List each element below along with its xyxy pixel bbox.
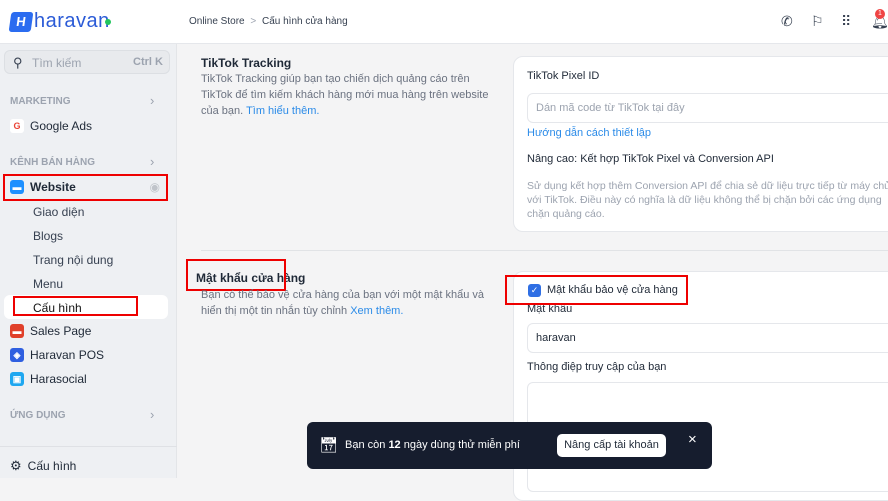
message-label: Thông điệp truy cập của bạn (527, 361, 667, 373)
topbar: Online Store > Cấu hình cửa hàng ✆ ⚐ ⠿ 🔔… (177, 0, 888, 44)
harasocial-icon: ▣ (10, 372, 24, 386)
divider (0, 446, 177, 447)
feedback-icon[interactable]: ⚐ (811, 13, 824, 30)
sidebar-item-sales-page[interactable]: ▬ Sales Page (10, 324, 91, 338)
logo-area: H haravan (0, 0, 177, 44)
sidebar-item-harasocial[interactable]: ▣ Harasocial (10, 372, 87, 386)
section-sales-channels[interactable]: KÊNH BÁN HÀNG (10, 157, 95, 168)
status-dot (105, 19, 111, 25)
pixel-id-input[interactable]: Dán mã code từ TikTok tại đây (527, 93, 888, 123)
breadcrumb-separator: > (250, 16, 257, 27)
highlight-box (13, 296, 138, 316)
pixel-label: TikTok Pixel ID (527, 70, 600, 82)
pixel-placeholder: Dán mã code từ TikTok tại đây (536, 102, 685, 114)
sidebar-item-label: Sales Page (30, 324, 92, 338)
section-apps[interactable]: ỨNG DỤNG (10, 410, 66, 421)
brand-name[interactable]: haravan (34, 10, 110, 33)
sidebar: H haravan ⚲ Tìm kiếm Ctrl K MARKETING › … (0, 0, 177, 478)
highlight-box (3, 174, 168, 201)
search-input[interactable]: ⚲ Tìm kiếm Ctrl K (4, 50, 170, 74)
tiktok-learn-more-link[interactable]: Tìm hiểu thêm. (246, 105, 319, 117)
sidebar-item-label: Haravan POS (30, 348, 105, 362)
section-marketing[interactable]: MARKETING (10, 96, 71, 107)
breadcrumb-parent[interactable]: Online Store (189, 16, 245, 27)
tiktok-title: TikTok Tracking (201, 56, 292, 70)
password-learn-more-link[interactable]: Xem thêm. (350, 305, 403, 317)
highlight-box (505, 275, 688, 305)
chevron-right-icon[interactable]: › (150, 407, 154, 422)
calendar-clock-icon: 📅︎ (319, 437, 339, 454)
sidebar-subitem-theme[interactable]: Giao diện (33, 205, 84, 219)
gear-icon: ⚙ (10, 458, 22, 473)
password-input[interactable]: haravan (527, 323, 888, 353)
search-placeholder: Tìm kiếm (32, 56, 82, 70)
advanced-description: Sử dụng kết hợp thêm Conversion API để c… (527, 180, 888, 220)
trial-prefix: Bạn còn (345, 439, 386, 451)
support-icon[interactable]: ✆ (781, 13, 793, 30)
upgrade-button[interactable]: Nâng cấp tài khoản (557, 434, 666, 457)
trial-days: 12 (388, 439, 401, 451)
section-divider (201, 250, 888, 251)
apps-grid-icon[interactable]: ⠿ (841, 13, 851, 30)
haravan-logo-icon: H (8, 12, 34, 32)
password-description: Bạn có thể bảo vệ cửa hàng của bạn với m… (201, 287, 501, 319)
sidebar-item-pos[interactable]: ◈ Haravan POS (10, 348, 104, 362)
trial-toast: 📅︎ Bạn còn 12 ngày dùng thử miễn phí Nân… (307, 422, 712, 469)
sidebar-subitem-blogs[interactable]: Blogs (33, 229, 63, 243)
tiktok-card: TikTok Pixel ID Dán mã code từ TikTok tạ… (513, 56, 888, 232)
sidebar-subitem-menu[interactable]: Menu (33, 277, 63, 291)
notification-badge: 1 (875, 9, 885, 19)
sidebar-item-label: Cấu hình (27, 459, 77, 473)
chevron-right-icon[interactable]: › (150, 93, 154, 108)
close-icon[interactable]: × (688, 431, 697, 448)
sidebar-item-label: Harasocial (30, 372, 87, 386)
sidebar-item-settings[interactable]: ⚙ Cấu hình (10, 458, 76, 474)
setup-guide-link[interactable]: Hướng dẫn cách thiết lập (527, 127, 651, 139)
search-shortcut: Ctrl K (133, 56, 163, 68)
sidebar-item-label: Google Ads (30, 119, 93, 133)
trial-message: Bạn còn 12 ngày dùng thử miễn phí (345, 439, 520, 451)
advanced-title: Nâng cao: Kết hợp TikTok Pixel và Conver… (527, 153, 774, 165)
sales-page-icon: ▬ (10, 324, 24, 338)
tiktok-desc-text: TikTok Tracking giúp bạn tạo chiến dịch … (201, 73, 489, 117)
breadcrumb: Online Store > Cấu hình cửa hàng (189, 16, 348, 27)
sidebar-item-google-ads[interactable]: G Google Ads (10, 119, 92, 133)
pos-icon: ◈ (10, 348, 24, 362)
password-desc-text: Bạn có thể bảo vệ cửa hàng của bạn với m… (201, 289, 485, 317)
chevron-right-icon[interactable]: › (150, 154, 154, 169)
tiktok-description: TikTok Tracking giúp bạn tạo chiến dịch … (201, 71, 501, 119)
search-icon: ⚲ (13, 55, 23, 70)
password-value: haravan (536, 332, 576, 344)
sidebar-subitem-pages[interactable]: Trang nội dung (33, 253, 113, 267)
trial-suffix: ngày dùng thử miễn phí (403, 439, 520, 451)
google-icon: G (10, 119, 24, 133)
breadcrumb-current: Cấu hình cửa hàng (262, 16, 348, 27)
